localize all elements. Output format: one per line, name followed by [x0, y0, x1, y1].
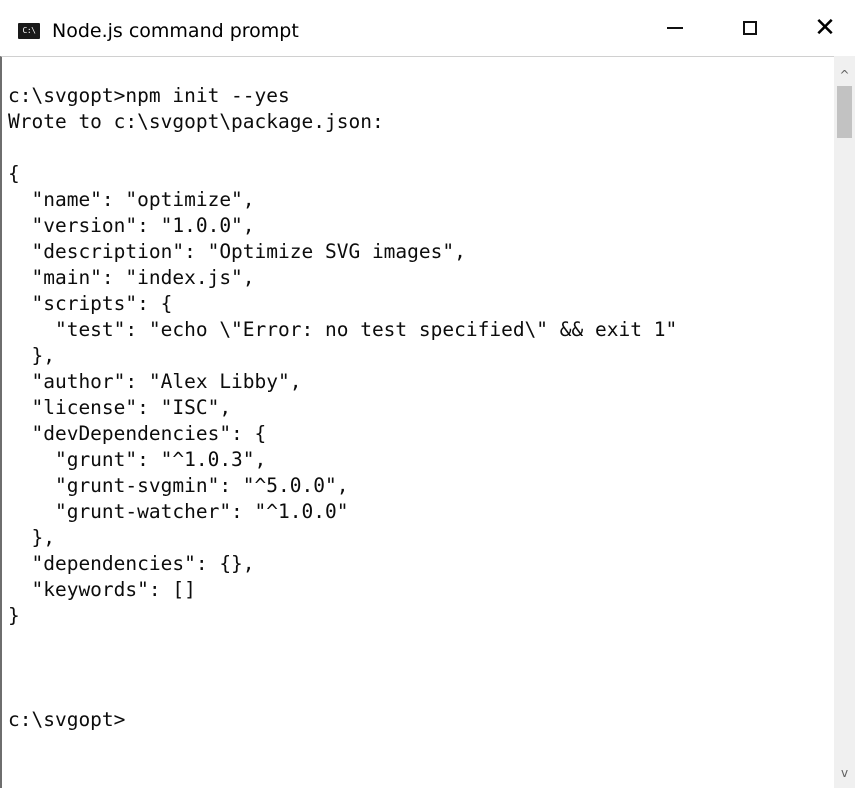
console-area[interactable]: c:\svgopt>npm init --yes Wrote to c:\svgo… [0, 56, 855, 788]
console-line: } [8, 604, 20, 627]
scroll-down-icon[interactable]: v [834, 762, 855, 784]
console-line: Wrote to c:\svgopt\package.json: [8, 110, 384, 133]
console-line: "dependencies": {}, [8, 552, 255, 575]
console-line: "grunt-svgmin": "^5.0.0", [8, 474, 349, 497]
command-prompt-icon: C:\ [18, 23, 40, 39]
console-line: "author": "Alex Libby", [8, 370, 302, 393]
maximize-button[interactable] [715, 0, 785, 56]
console-line: "version": "1.0.0", [8, 214, 255, 237]
console-line: "name": "optimize", [8, 188, 255, 211]
console-line: "grunt-watcher": "^1.0.0" [8, 500, 349, 523]
console-line: "test": "echo \"Error: no test specified… [8, 318, 678, 341]
console-line: "devDependencies": { [8, 422, 267, 445]
window-title: Node.js command prompt [52, 20, 299, 42]
console-line: }, [8, 526, 55, 549]
console-line: "scripts": { [8, 292, 173, 315]
console-line: c:\svgopt>npm init --yes [8, 84, 290, 107]
close-button[interactable]: ✕ [790, 0, 855, 56]
console-window: C:\ Node.js command prompt ✕ c:\svgopt>n… [0, 0, 855, 788]
vertical-scrollbar[interactable]: ^ v [834, 56, 855, 788]
console-line: { [8, 162, 20, 185]
console-line: c:\svgopt> [8, 708, 126, 731]
console-line: "keywords": [] [8, 578, 196, 601]
console-line: "license": "ISC", [8, 396, 232, 419]
scrollbar-thumb[interactable] [837, 86, 852, 138]
scroll-up-icon[interactable]: ^ [834, 64, 855, 86]
title-bar[interactable]: C:\ Node.js command prompt ✕ [0, 0, 855, 56]
console-line: "grunt": "^1.0.3", [8, 448, 267, 471]
minimize-button[interactable] [640, 0, 710, 56]
console-line: "main": "index.js", [8, 266, 255, 289]
close-icon: ✕ [814, 13, 836, 43]
console-line: "description": "Optimize SVG images", [8, 240, 466, 263]
console-output[interactable]: c:\svgopt>npm init --yes Wrote to c:\svgo… [8, 83, 828, 783]
maximize-icon [743, 21, 757, 35]
minimize-icon [667, 27, 683, 29]
console-line: }, [8, 344, 55, 367]
